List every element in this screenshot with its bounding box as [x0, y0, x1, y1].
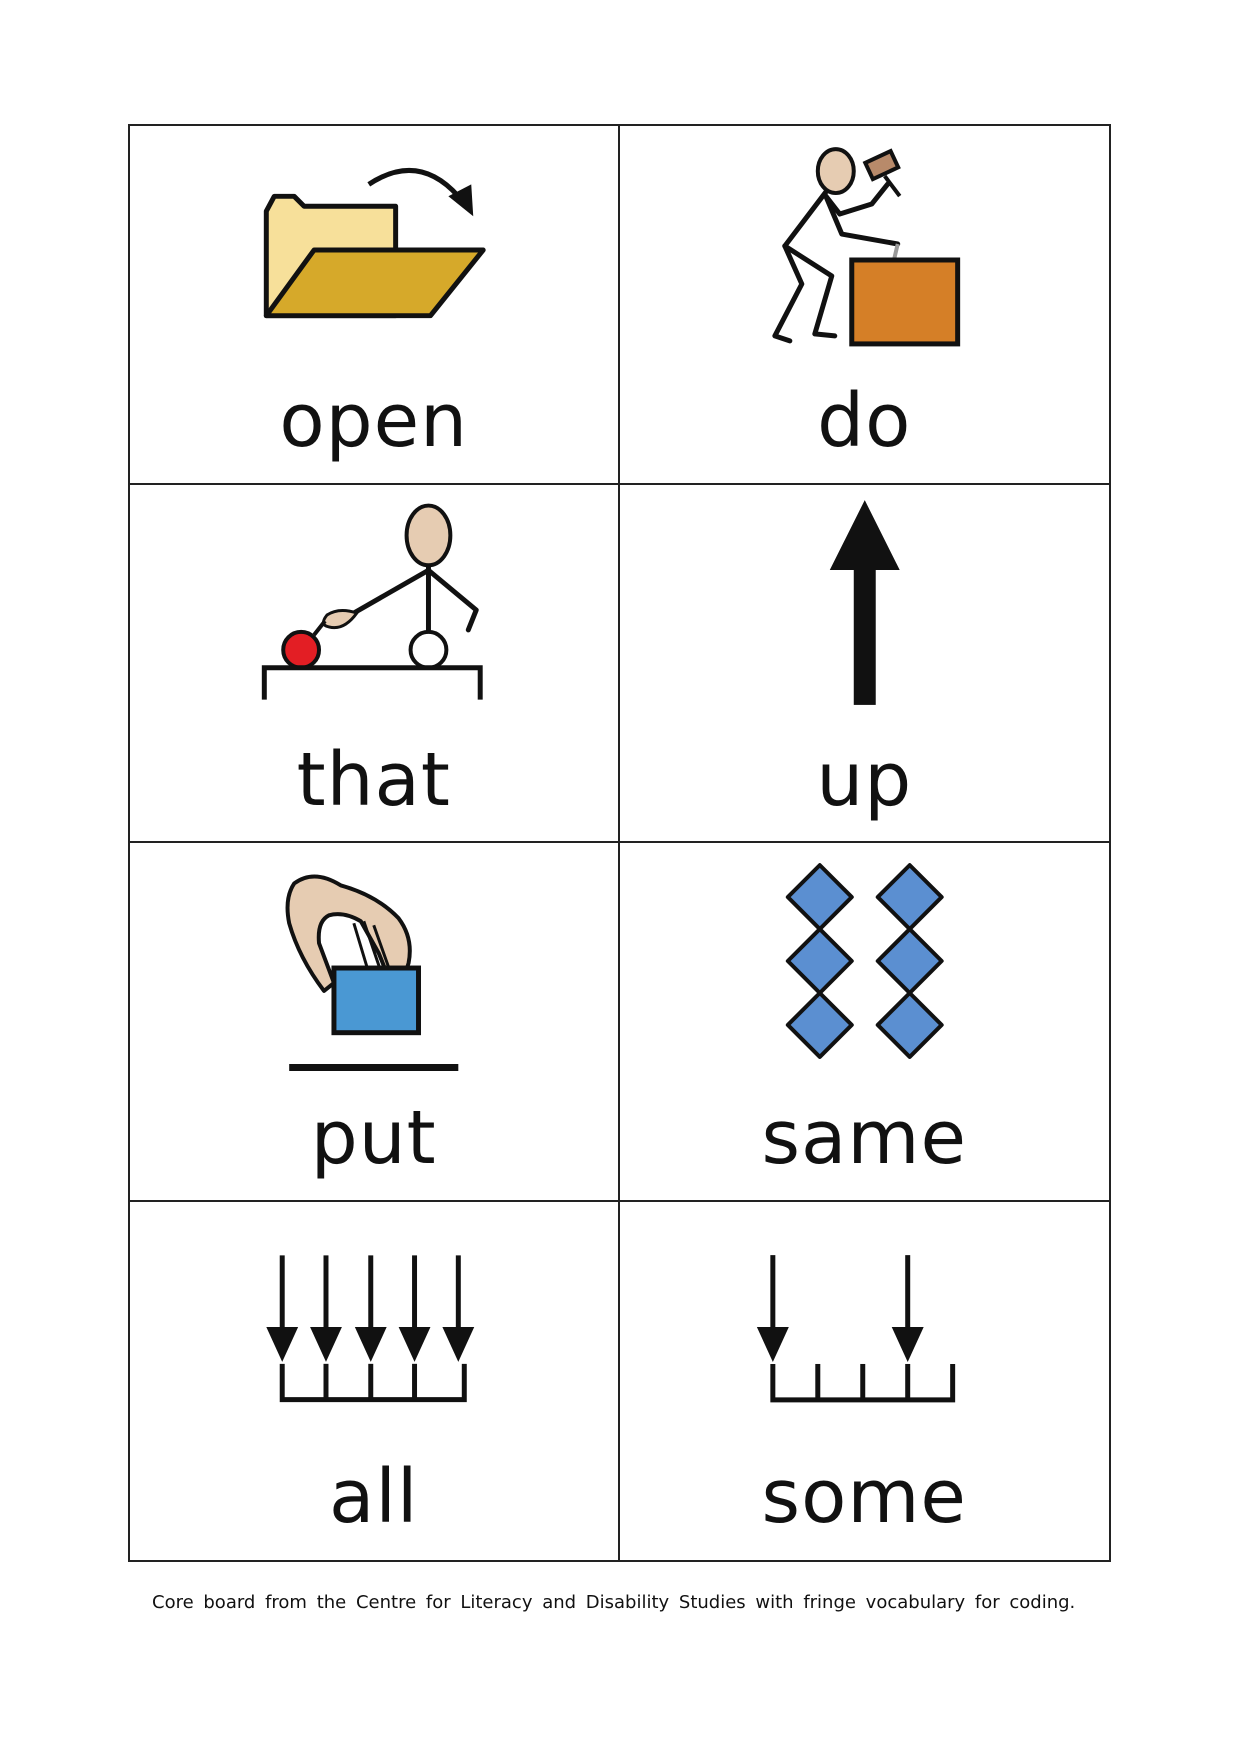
word-label: some — [761, 1453, 967, 1540]
all-arrows-icon — [130, 1202, 618, 1462]
word-label: all — [329, 1453, 419, 1540]
person-pointing-icon — [130, 485, 618, 745]
hand-placing-block-icon — [130, 843, 618, 1103]
cell-open[interactable]: open — [130, 126, 620, 485]
word-label: up — [816, 736, 913, 823]
cell-same[interactable]: same — [619, 843, 1110, 1202]
cell-up[interactable]: up — [619, 485, 1110, 843]
person-hammering-icon — [620, 126, 1110, 386]
core-board: open do that up put same all some — [128, 124, 1111, 1562]
word-label: open — [279, 378, 469, 464]
some-arrows-icon — [620, 1202, 1110, 1462]
board-caption: Core board from the Centre for Literacy … — [152, 1592, 1076, 1613]
cell-some[interactable]: some — [620, 1202, 1110, 1561]
cell-all[interactable]: all — [130, 1201, 620, 1560]
word-label: put — [310, 1095, 437, 1181]
open-folder-icon — [130, 126, 618, 386]
cell-do[interactable]: do — [619, 126, 1110, 485]
word-label: do — [817, 378, 912, 464]
matching-diamonds-icon — [620, 843, 1110, 1103]
up-arrow-icon — [620, 485, 1110, 745]
word-label: that — [296, 736, 451, 823]
cell-put[interactable]: put — [130, 843, 620, 1202]
cell-that[interactable]: that — [130, 484, 620, 843]
word-label: same — [761, 1095, 967, 1181]
